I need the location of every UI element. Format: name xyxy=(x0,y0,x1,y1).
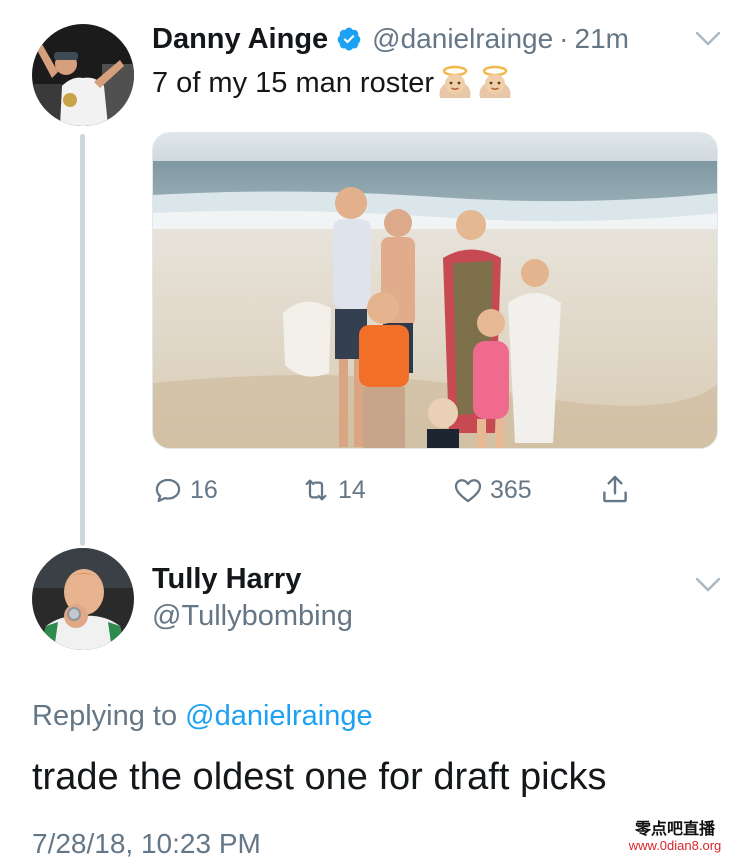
author-avatar[interactable] xyxy=(32,24,134,126)
reply-button[interactable]: 16 xyxy=(152,474,218,506)
baby-angel-emoji xyxy=(439,65,471,98)
like-icon xyxy=(454,479,482,503)
tweet-time[interactable]: 21m xyxy=(575,23,629,55)
tweet-header: Danny Ainge @danielrainge · 21m xyxy=(152,18,629,60)
reply-count: 16 xyxy=(190,475,218,504)
retweet-button[interactable]: 14 xyxy=(300,474,366,506)
like-count: 365 xyxy=(490,475,532,504)
reply-timestamp[interactable]: 7/28/18, 10:23 PM xyxy=(32,828,261,860)
reply-author-name[interactable]: Tully Harry xyxy=(152,563,301,596)
retweet-icon xyxy=(305,479,327,501)
reply-icon xyxy=(155,478,181,503)
watermark: 零点吧直播 www.0dian8.org xyxy=(600,821,750,862)
replying-to-line: Replying to @danielrainge xyxy=(32,700,373,733)
thread-connector-line xyxy=(80,134,85,546)
beach-photo-image xyxy=(153,133,717,448)
like-button[interactable]: 365 xyxy=(452,474,532,506)
tweet-text: 7 of my 15 man roster xyxy=(152,64,514,102)
tweet-body: 7 of my 15 man roster xyxy=(152,66,435,99)
retweet-count: 14 xyxy=(338,475,366,504)
watermark-title: 零点吧直播 xyxy=(634,821,715,838)
replying-to-mention[interactable]: @danielrainge xyxy=(185,700,372,732)
chevron-down-icon[interactable] xyxy=(695,577,721,593)
baby-angel-emoji xyxy=(479,65,511,98)
reply-author-avatar[interactable] xyxy=(32,548,134,650)
replying-to-label: Replying to xyxy=(32,700,178,732)
tweet-photo[interactable] xyxy=(152,132,718,449)
share-icon xyxy=(603,475,627,503)
separator-dot: · xyxy=(559,23,569,54)
author-handle[interactable]: @danielrainge xyxy=(372,23,553,55)
watermark-url: www.0dian8.org xyxy=(628,837,722,853)
reply-text: trade the oldest one for draft picks xyxy=(32,756,607,798)
reply-author-handle[interactable]: @Tullybombing xyxy=(152,600,353,633)
verified-badge-icon xyxy=(337,27,361,51)
chevron-down-icon[interactable] xyxy=(695,31,721,47)
author-name[interactable]: Danny Ainge xyxy=(152,23,328,56)
share-button[interactable] xyxy=(598,472,632,506)
